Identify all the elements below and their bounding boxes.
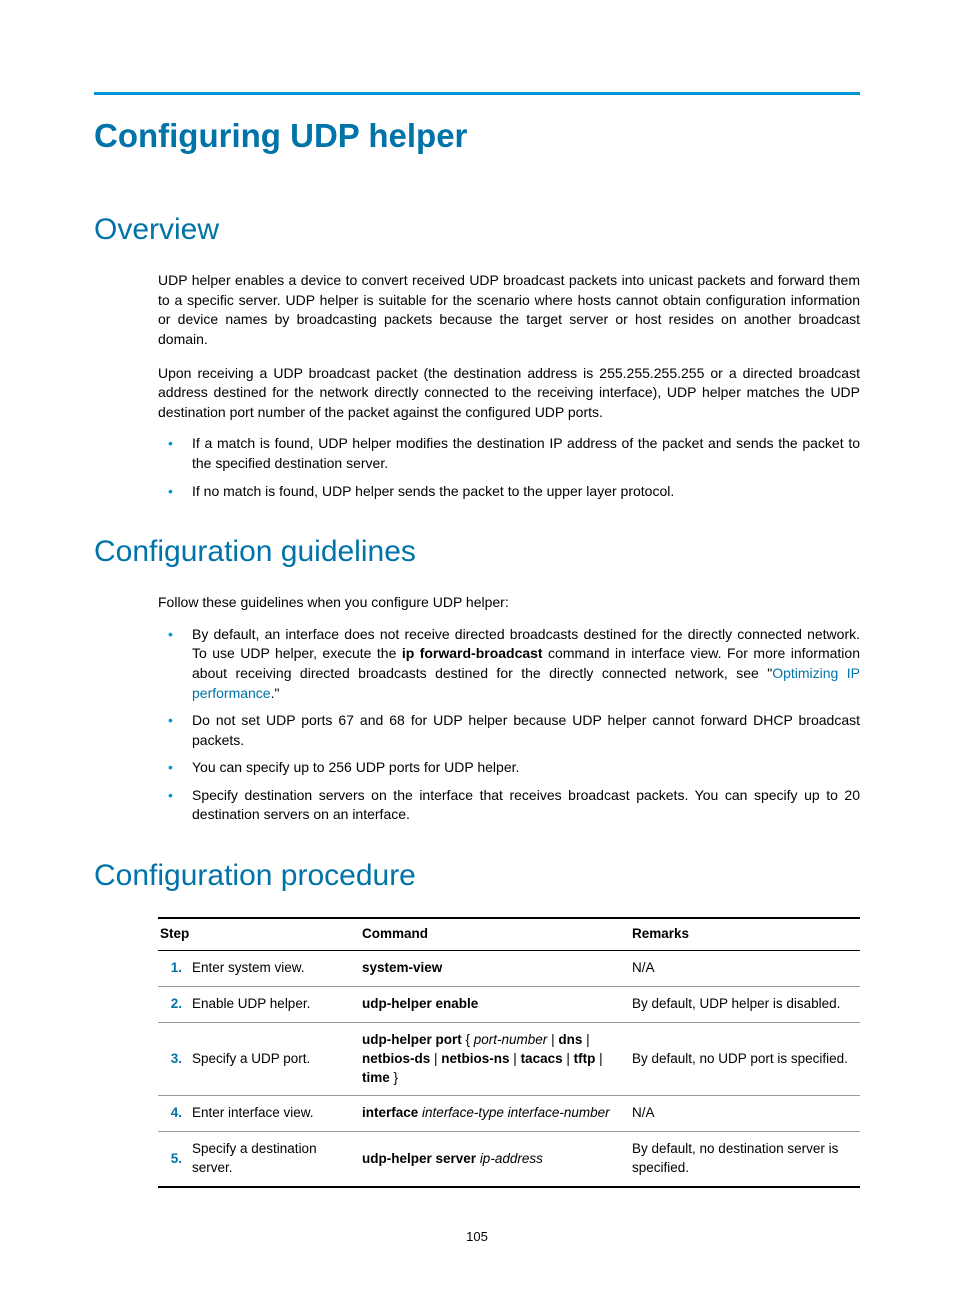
step-description: Enable UDP helper. [190,986,360,1022]
top-rule [94,92,860,95]
table-header-command: Command [360,918,630,950]
cmd-keyword: netbios-ds [362,1051,430,1066]
bullet-item: If a match is found, UDP helper modifies… [158,434,860,473]
cmd-arg: interface-type interface-number [422,1105,610,1120]
cmd-keyword: time [362,1070,390,1085]
section-heading-procedure: Configuration procedure [94,855,860,897]
bullet-item: Do not set UDP ports 67 and 68 for UDP h… [158,711,860,750]
step-number: 5. [158,1132,190,1187]
step-number: 1. [158,950,190,986]
step-description: Enter interface view. [190,1096,360,1132]
cmd-text: { [462,1032,474,1047]
cmd-keyword: tftp [574,1051,596,1066]
cmd-text: | [595,1051,602,1066]
cmd-text: | [430,1051,441,1066]
cmd-arg: port-number [474,1032,548,1047]
step-number: 4. [158,1096,190,1132]
table-row: 1. Enter system view. system-view N/A [158,950,860,986]
step-description: Specify a destination server. [190,1132,360,1187]
bullet-item: Specify destination servers on the inter… [158,786,860,825]
guidelines-intro: Follow these guidelines when you configu… [158,593,860,613]
step-description: Specify a UDP port. [190,1022,360,1096]
page-number: 105 [94,1228,860,1246]
cmd-arg: ip-address [480,1151,543,1166]
cmd-text: | [563,1051,574,1066]
table-row: 5. Specify a destination server. udp-hel… [158,1132,860,1187]
procedure-table: Step Command Remarks 1. Enter system vie… [158,917,860,1188]
section-heading-guidelines: Configuration guidelines [94,531,860,573]
remarks-cell: By default, no destination server is spe… [630,1132,860,1187]
overview-bullets: If a match is found, UDP helper modifies… [158,434,860,501]
overview-paragraph-2: Upon receiving a UDP broadcast packet (t… [158,364,860,423]
remarks-cell: By default, UDP helper is disabled. [630,986,860,1022]
table-row: 3. Specify a UDP port. udp-helper port {… [158,1022,860,1096]
remarks-cell: By default, no UDP port is specified. [630,1022,860,1096]
step-number: 3. [158,1022,190,1096]
inline-bold: ip forward-broadcast [402,645,543,661]
table-header-row: Step Command Remarks [158,918,860,950]
cmd-keyword: udp-helper server [362,1151,476,1166]
cmd-keyword: netbios-ns [441,1051,509,1066]
command-cell: udp-helper port { port-number | dns | ne… [360,1022,630,1096]
cmd-text: | [547,1032,558,1047]
command-cell: system-view [360,950,630,986]
bullet-item: You can specify up to 256 UDP ports for … [158,758,860,778]
cmd-keyword: udp-helper port [362,1032,462,1047]
table-header-remarks: Remarks [630,918,860,950]
command-cell: interface interface-type interface-numbe… [360,1096,630,1132]
cmd-text: | [582,1032,589,1047]
remarks-cell: N/A [630,1096,860,1132]
cmd-keyword: dns [558,1032,582,1047]
cmd-keyword: udp-helper enable [362,996,478,1011]
cmd-text: | [510,1051,521,1066]
table-header-step: Step [158,918,360,950]
remarks-cell: N/A [630,950,860,986]
guidelines-bullets: By default, an interface does not receiv… [158,625,860,825]
table-row: 2. Enable UDP helper. udp-helper enable … [158,986,860,1022]
bullet-item: If no match is found, UDP helper sends t… [158,482,860,502]
bullet-item: By default, an interface does not receiv… [158,625,860,703]
cmd-text: } [390,1070,398,1085]
command-cell: udp-helper server ip-address [360,1132,630,1187]
cmd-keyword: tacacs [521,1051,563,1066]
step-description: Enter system view. [190,950,360,986]
table-row: 4. Enter interface view. interface inter… [158,1096,860,1132]
step-number: 2. [158,986,190,1022]
section-heading-overview: Overview [94,209,860,251]
cmd-keyword: interface [362,1105,418,1120]
page-title: Configuring UDP helper [94,113,860,159]
command-cell: udp-helper enable [360,986,630,1022]
cmd-keyword: system-view [362,960,442,975]
document-page: Configuring UDP helper Overview UDP help… [0,0,954,1296]
text-fragment: ." [271,685,280,701]
overview-paragraph-1: UDP helper enables a device to convert r… [158,271,860,349]
